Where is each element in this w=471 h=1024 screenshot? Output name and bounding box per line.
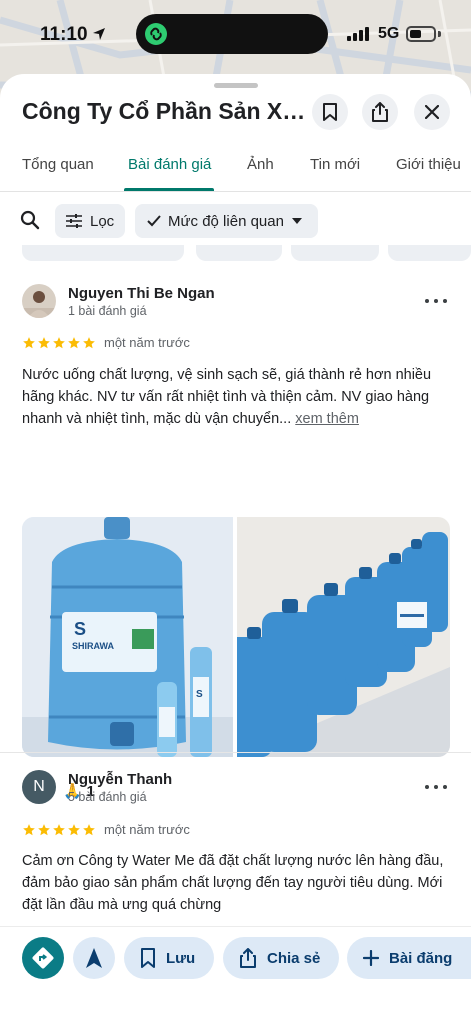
share-icon <box>240 948 256 968</box>
review-photo[interactable] <box>237 517 450 757</box>
star-icon <box>68 337 80 349</box>
active-tab-indicator <box>124 188 214 191</box>
place-title: Công Ty Cổ Phần Sản Xu... <box>22 98 308 124</box>
battery-level <box>410 30 421 38</box>
sliders-icon <box>66 214 82 228</box>
review-photo[interactable]: S SHIRAWA S <box>22 517 233 757</box>
check-icon <box>147 215 161 227</box>
filter-button[interactable]: Lọc <box>55 204 125 238</box>
review-date: một năm trước <box>104 335 190 350</box>
dynamic-island <box>136 14 328 54</box>
more-options-button[interactable] <box>425 296 447 306</box>
star-icon <box>53 824 65 836</box>
status-time: 11:10 <box>40 24 88 45</box>
star-icon <box>53 337 65 349</box>
bookmark-icon <box>323 103 337 121</box>
star-icon <box>38 824 50 836</box>
topic-chip[interactable] <box>22 245 184 261</box>
directions-icon <box>32 947 54 969</box>
svg-text:S: S <box>74 619 86 639</box>
tab-updates[interactable]: Tin mới <box>310 156 360 173</box>
avatar[interactable] <box>22 284 56 318</box>
plus-icon <box>363 950 379 966</box>
more-options-button[interactable] <box>425 782 447 792</box>
location-arrow-icon <box>93 28 105 40</box>
topic-chip[interactable] <box>291 245 379 261</box>
reviewer-name[interactable]: Nguyễn Thanh <box>68 771 172 788</box>
review-text-content: Nước uống chất lượng, vệ sinh sạch sẽ, g… <box>22 367 432 427</box>
star-icon <box>83 824 95 836</box>
topic-chip[interactable] <box>388 245 471 261</box>
share-button[interactable] <box>362 94 398 130</box>
review-filters: Lọc Mức độ liên quan <box>0 202 471 242</box>
star-icon <box>83 337 95 349</box>
review-date: một năm trước <box>104 822 190 837</box>
reviewer-review-count: 1 bài đánh giá <box>68 304 147 318</box>
star-icon <box>38 337 50 349</box>
see-more-link[interactable]: xem thêm <box>295 411 359 427</box>
link-app-icon <box>145 23 167 45</box>
star-icon <box>23 337 35 349</box>
action-bar: Lưu Chia sẻ Bài đăng <box>0 926 471 1024</box>
tab-about[interactable]: Giới thiệu <box>396 156 461 173</box>
dropdown-arrow-icon <box>291 218 302 224</box>
sort-label: Mức độ liên quan <box>168 212 284 230</box>
search-icon[interactable] <box>20 210 40 230</box>
reviewer-name[interactable]: Nguyen Thi Be Ngan <box>68 285 215 302</box>
star-rating <box>22 336 96 350</box>
review-text: Nước uống chất lượng, vệ sinh sạch sẽ, g… <box>22 364 452 430</box>
close-icon <box>425 105 439 119</box>
star-rating <box>22 823 96 837</box>
filter-label: Lọc <box>90 212 115 230</box>
save-button[interactable]: Lưu <box>124 937 214 979</box>
post-label: Bài đăng <box>389 949 453 967</box>
drag-handle[interactable] <box>214 83 258 88</box>
share-label: Chia sẻ <box>267 949 321 967</box>
bookmark-icon <box>141 948 155 968</box>
star-icon <box>23 824 35 836</box>
network-type: 5G <box>378 25 400 42</box>
post-button[interactable]: Bài đăng <box>347 937 471 979</box>
signal-icon <box>347 27 369 41</box>
directions-button[interactable] <box>22 937 64 979</box>
reviewer-review-count: 5 bài đánh giá <box>68 790 147 804</box>
topic-chip[interactable] <box>196 245 282 261</box>
share-icon <box>372 102 388 122</box>
star-icon <box>68 824 80 836</box>
avatar-photo <box>22 284 56 318</box>
bookmark-button[interactable] <box>312 94 348 130</box>
place-sheet: Công Ty Cổ Phần Sản Xu... Tổng quan Bài … <box>0 74 471 1024</box>
tab-photos[interactable]: Ảnh <box>247 156 274 173</box>
sort-dropdown[interactable]: Mức độ liên quan <box>135 204 318 238</box>
review-text: Cảm ơn Công ty Water Me đã đặt chất lượn… <box>22 853 444 913</box>
tab-bar: Tổng quan Bài đánh giá Ảnh Tin mới Giới … <box>0 152 471 192</box>
save-label: Lưu <box>166 949 196 967</box>
svg-text:S: S <box>196 689 203 700</box>
navigation-arrow-icon <box>86 948 102 968</box>
review-photos: S SHIRAWA S <box>22 517 450 757</box>
battery-icon <box>406 26 436 42</box>
photo-brand-text: SHIRAWA <box>72 641 115 651</box>
tab-overview[interactable]: Tổng quan <box>22 156 94 173</box>
review-divider <box>0 752 471 753</box>
avatar[interactable]: N <box>22 770 56 804</box>
tab-reviews[interactable]: Bài đánh giá <box>128 156 211 173</box>
start-navigation-button[interactable] <box>73 937 115 979</box>
close-button[interactable] <box>414 94 450 130</box>
battery-cap <box>438 31 441 37</box>
status-bar: 11:10 5G <box>0 0 471 70</box>
share-button[interactable]: Chia sẻ <box>223 937 339 979</box>
